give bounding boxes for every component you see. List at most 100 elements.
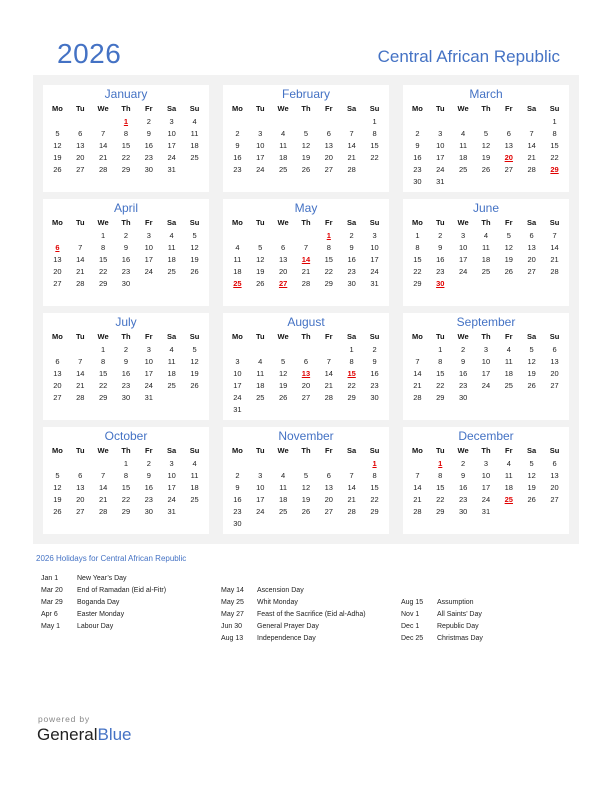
day-cell: 11 xyxy=(279,482,287,492)
day-cell: 4 xyxy=(169,230,174,240)
holiday-name: New Year’s Day xyxy=(77,575,127,582)
day-cell: 13 xyxy=(504,140,513,150)
day-cell: 19 xyxy=(481,152,491,162)
empty-cell xyxy=(46,115,69,127)
weekday-header: Sa xyxy=(527,217,537,227)
holiday-date: May 25 xyxy=(221,599,244,606)
holiday-list-item: Apr 6 Easter Monday xyxy=(41,609,166,621)
day-cell: 29 xyxy=(324,278,333,288)
holiday-name: Christmas Day xyxy=(437,635,483,642)
weekday-header: Mo xyxy=(412,217,423,227)
empty-cell xyxy=(272,517,295,529)
day-cell: 9 xyxy=(461,470,466,480)
empty-cell xyxy=(497,391,520,403)
weekday-header: Sa xyxy=(167,331,177,341)
empty-cell xyxy=(226,457,249,469)
day-cell: 9 xyxy=(415,140,420,150)
day-cell: 9 xyxy=(235,140,240,150)
empty-cell xyxy=(272,403,295,415)
brand-general: General xyxy=(37,725,98,744)
day-cell: 19 xyxy=(301,494,311,504)
day-cell: 2 xyxy=(438,230,443,240)
month-title: October xyxy=(104,429,148,443)
weekday-header: Mo xyxy=(232,103,243,113)
day-cell: 12 xyxy=(527,470,536,480)
day-cell: 20 xyxy=(324,152,333,162)
day-cell: 18 xyxy=(504,368,513,378)
month-table: Mo Tu We Th Fr Sa Su 1 2 3 4 5 6 7 8 9 10 11 12 13 14 15 16 17 1… xyxy=(226,329,386,415)
day-cell: 8 xyxy=(372,470,377,480)
holiday-list-item: May 1 Labour Day xyxy=(41,621,166,633)
day-cell: 12 xyxy=(53,482,62,492)
holiday-column-3: Aug 15 Assumption Nov 1 All Saints’ Day Dec … xyxy=(401,597,483,645)
empty-cell xyxy=(249,229,272,241)
day-cell: 26 xyxy=(301,164,311,174)
day-cell: 20 xyxy=(550,482,559,492)
day-cell: 11 xyxy=(190,470,199,480)
empty-cell xyxy=(520,115,543,127)
day-cell: 16 xyxy=(144,140,153,150)
day-cell: 13 xyxy=(53,254,62,264)
day-cell: 11 xyxy=(167,356,176,366)
day-cell: 22 xyxy=(370,494,379,504)
day-cell: 1 xyxy=(372,116,377,126)
day-cell: 12 xyxy=(256,254,265,264)
day-cell: 30 xyxy=(121,278,131,288)
day-cell: 29 xyxy=(121,506,131,516)
day-cell: 16 xyxy=(436,254,445,264)
day-cell: 18 xyxy=(190,140,199,150)
day-cell: 4 xyxy=(281,128,286,138)
day-cell: 2 xyxy=(461,458,466,468)
empty-cell xyxy=(272,343,295,355)
day-cell: 8 xyxy=(123,470,129,480)
weekday-header: Sa xyxy=(347,331,357,341)
day-cell: 31 xyxy=(370,278,379,288)
day-cell: 27 xyxy=(76,506,85,516)
day-cell: 8 xyxy=(438,356,443,366)
day-cell: 16 xyxy=(144,482,153,492)
day-cell: 9 xyxy=(146,470,151,480)
month-february: February Mo Tu We Th Fr Sa Su 1 2 3 4 5 6 7 8 9 10 11 12 13 1… xyxy=(223,85,389,192)
day-cell: 28 xyxy=(301,278,311,288)
day-cell: 7 xyxy=(78,242,83,252)
day-cell: 21 xyxy=(413,494,422,504)
empty-cell xyxy=(317,403,340,415)
holiday-date: Aug 15 xyxy=(401,599,424,606)
holiday-name: Assumption xyxy=(437,599,474,606)
day-cell: 19 xyxy=(301,152,311,162)
day-cell: 27 xyxy=(53,392,62,402)
day-cell: 23 xyxy=(458,494,468,504)
weekday-header: We xyxy=(97,103,109,113)
day-cell: 4 xyxy=(169,344,174,354)
day-cell: 8 xyxy=(349,356,354,366)
holiday-date: Jan 1 xyxy=(41,575,59,582)
day-cell: 17 xyxy=(370,254,379,264)
day-cell: 9 xyxy=(372,356,377,366)
month-december: December Mo Tu We Th Fr Sa Su 1 2 3 4 5 6 7 8 9 10 11 12 13 1… xyxy=(403,427,569,534)
weekday-header: Su xyxy=(189,217,200,227)
holiday-column-2: May 14 Ascension Day May 25 Whit Monday May … xyxy=(221,585,366,645)
year-title: 2026 xyxy=(57,38,122,69)
day-cell: 17 xyxy=(458,254,468,264)
day-cell: 15 xyxy=(98,368,108,378)
day-cell: 4 xyxy=(235,242,240,252)
day-cell: 19 xyxy=(527,482,536,492)
empty-cell xyxy=(452,115,475,127)
holiday-date: May 14 xyxy=(221,587,244,594)
holiday-date: May 27 xyxy=(221,611,244,618)
day-cell: 24 xyxy=(256,506,265,516)
day-cell: 3 xyxy=(146,230,151,240)
weekday-header: Th xyxy=(121,331,131,341)
month-table: Mo Tu We Th Fr Sa Su 1 2 3 4 5 6 7 8 9 10 11 12 13 14 15 16 17 1… xyxy=(406,329,566,403)
day-cell: 7 xyxy=(78,356,83,366)
day-cell: 5 xyxy=(55,128,60,138)
day-cell: 16 xyxy=(233,152,242,162)
month-table: Mo Tu We Th Fr Sa Su 1 2 3 4 5 6 7 8 9 10 11 12 13 14 15 16 17 1… xyxy=(46,101,206,175)
weekday-header: Fr xyxy=(325,217,333,227)
day-cell: 11 xyxy=(167,242,176,252)
empty-cell xyxy=(340,403,363,415)
day-cell: 10 xyxy=(144,242,153,252)
day-cell: 29 xyxy=(121,164,131,174)
holiday-name: End of Ramadan (Eid al-Fitr) xyxy=(77,587,167,594)
holiday-name: Ascension Day xyxy=(257,587,304,594)
